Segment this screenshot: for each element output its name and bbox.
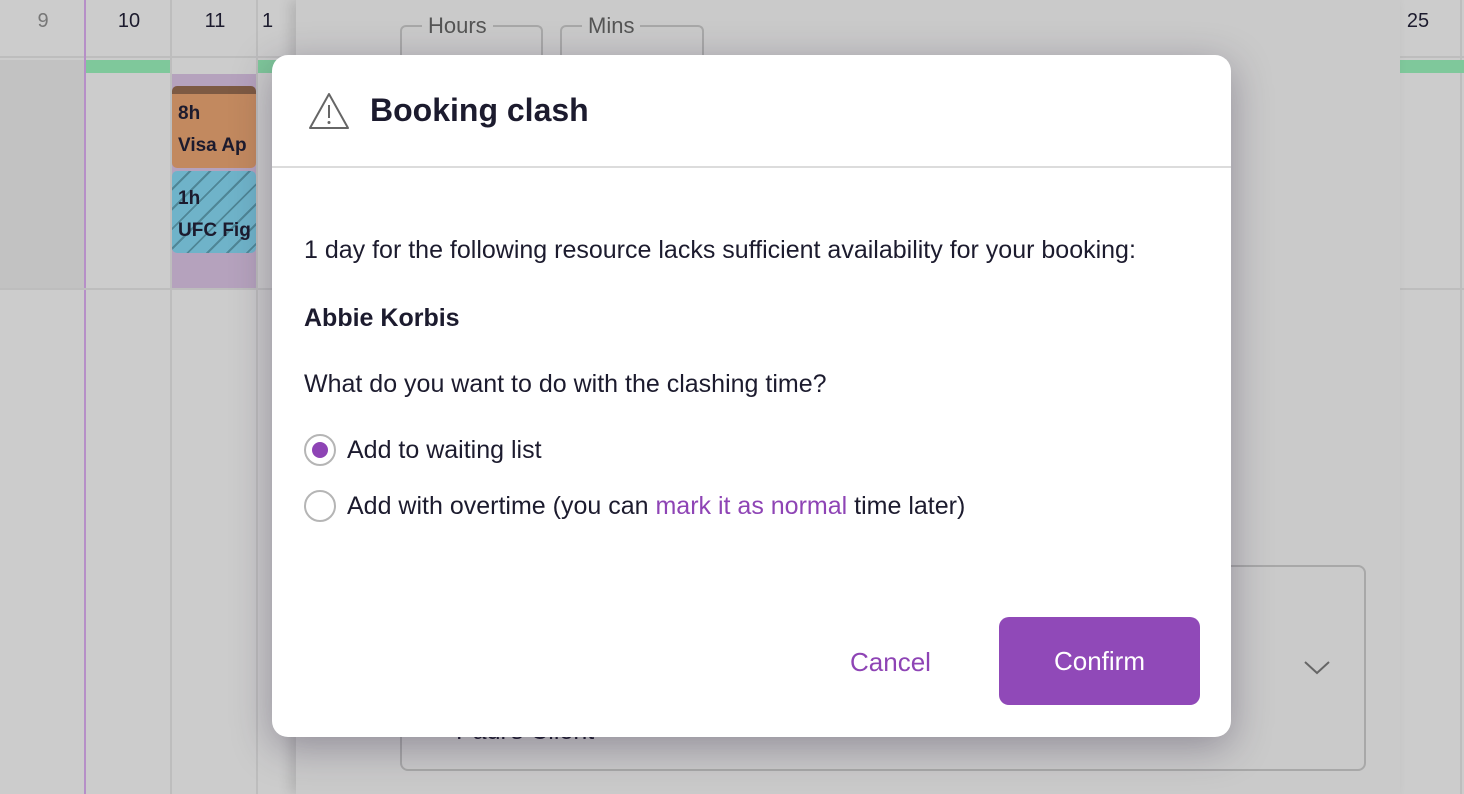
cancel-button[interactable]: Cancel [850,647,931,678]
booking-clash-dialog: Booking clash 1 day for the following re… [272,55,1231,737]
dialog-title: Booking clash [370,92,589,128]
chevron-down-icon [1304,661,1330,675]
calendar-event[interactable]: 8h Visa Ap [172,86,256,168]
option-label: Add with overtime (you can mark it as no… [347,486,965,526]
calendar-event[interactable]: 1h UFC Fig [172,171,256,253]
mark-as-normal-link[interactable]: mark it as normal [655,492,847,520]
event-title: Visa Ap [178,135,247,156]
option-label-before: Add with overtime (you can [347,492,656,520]
day-10: 10 [117,10,141,32]
event-duration: 8h [178,103,201,124]
radio-waiting-list[interactable] [304,434,336,466]
option-label-after: time later) [847,492,966,520]
warning-triangle-icon [309,92,349,129]
event-duration: 1h [178,188,201,209]
day-11: 11 [204,10,226,32]
day-9: 9 [37,10,49,32]
event-title: UFC Fig [178,220,251,241]
mins-label: Mins [582,13,641,39]
hours-label: Hours [422,13,493,39]
option-label: Add to waiting list [347,436,542,464]
confirm-button[interactable]: Confirm [999,617,1200,705]
radio-overtime[interactable] [304,490,336,522]
option-waiting-list[interactable]: Add to waiting list [304,430,1199,470]
resource-name: Abbie Korbis [304,304,460,332]
dialog-question: What do you want to do with the clashing… [304,370,827,398]
dialog-message: 1 day for the following resource lacks s… [304,236,1136,264]
option-overtime[interactable]: Add with overtime (you can mark it as no… [304,486,1199,526]
dialog-header: Booking clash [272,55,1231,168]
